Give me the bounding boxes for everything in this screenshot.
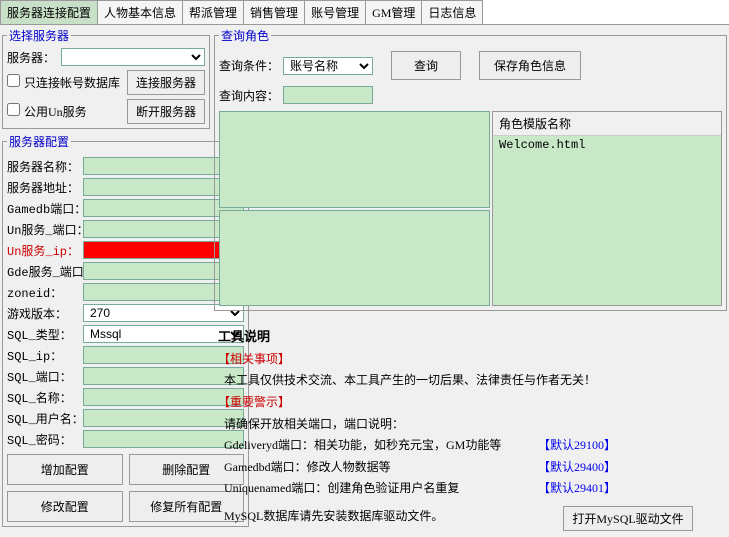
desc-related: 【相关事项】: [218, 349, 723, 371]
lbl-gde: Gde服务_端口：: [7, 263, 83, 280]
desc-mysql: MySQL数据库请先安装数据库驱动文件。: [218, 506, 443, 531]
open-mysql-button[interactable]: 打开MySQL驱动文件: [563, 506, 692, 531]
cond-label: 查询条件：: [219, 57, 279, 74]
tab-char-info[interactable]: 人物基本信息: [97, 0, 183, 24]
desc-gamedbdport: 【默认29400】: [538, 457, 616, 479]
server-select[interactable]: [61, 48, 205, 66]
desc-line2: 请确保开放相关端口，端口说明：: [218, 414, 723, 436]
lbl-sqlport: SQL_端口：: [7, 368, 83, 385]
tab-gm[interactable]: GM管理: [365, 0, 422, 24]
mod-config-button[interactable]: 修改配置: [7, 491, 123, 522]
server-config-legend: 服务器配置: [7, 133, 71, 150]
table-row[interactable]: Welcome.html: [493, 136, 721, 154]
lbl-sqlip: SQL_ip：: [7, 347, 83, 364]
lbl-unport: Un服务_端口：: [7, 221, 83, 238]
lbl-sqluser: SQL_用户名：: [7, 410, 83, 427]
desc-unport: 【默认29401】: [538, 478, 616, 500]
chk-db-only[interactable]: [7, 74, 20, 87]
chk-db-only-label[interactable]: 只连接帐号数据库: [7, 74, 120, 91]
desc-gd: Gdeliveryd端口：相关功能，如秒充元宝，GM功能等: [218, 435, 538, 457]
tab-bar: 服务器连接配置 人物基本信息 帮派管理 销售管理 账号管理 GM管理 日志信息: [0, 0, 729, 25]
disconnect-button[interactable]: 断开服务器: [127, 99, 205, 124]
chk-public-un-label[interactable]: 公用Un服务: [7, 103, 87, 120]
content-input[interactable]: [283, 86, 373, 104]
desc-title: 工具说明: [218, 325, 723, 348]
server-select-group: 选择服务器 服务器： 只连接帐号数据库 连接服务器 公用Un服务 断开服务器: [2, 27, 210, 129]
lbl-sqltype: SQL_类型：: [7, 326, 83, 343]
query-legend: 查询角色: [219, 27, 271, 44]
tool-desc: 工具说明 【相关事项】 本工具仅供技术交流、本工具产生的一切后果、法律责任与作者…: [214, 321, 727, 535]
lbl-unip: Un服务_ip：: [7, 242, 83, 259]
add-config-button[interactable]: 增加配置: [7, 454, 123, 485]
template-table: 角色模版名称 Welcome.html: [492, 111, 722, 306]
save-role-button[interactable]: 保存角色信息: [479, 51, 581, 80]
lbl-addr: 服务器地址：: [7, 179, 83, 196]
lbl-sqlname: SQL_名称：: [7, 389, 83, 406]
lbl-sqlpwd: SQL_密码：: [7, 431, 83, 448]
query-button[interactable]: 查询: [391, 51, 461, 80]
chk-public-un[interactable]: [7, 103, 20, 116]
tab-server-config[interactable]: 服务器连接配置: [0, 0, 98, 24]
result-pane-top[interactable]: [219, 111, 490, 208]
query-group: 查询角色 查询条件： 账号名称 查询 保存角色信息 查询内容： 角色模版名称: [214, 27, 727, 311]
desc-gamedbd: Gamedbd端口：修改人物数据等: [218, 457, 538, 479]
server-label: 服务器：: [7, 49, 57, 66]
content-label: 查询内容：: [219, 87, 279, 104]
tab-guild[interactable]: 帮派管理: [182, 0, 244, 24]
desc-un: Uniquenamed端口：创建角色验证用户名重复: [218, 478, 538, 500]
tab-sales[interactable]: 销售管理: [243, 0, 305, 24]
connect-button[interactable]: 连接服务器: [127, 70, 205, 95]
lbl-gamedb: Gamedb端口：: [7, 200, 83, 217]
cond-select[interactable]: 账号名称: [283, 57, 373, 75]
desc-warn: 【重要警示】: [218, 392, 723, 414]
result-pane-bottom[interactable]: [219, 210, 490, 307]
lbl-name: 服务器名称：: [7, 158, 83, 175]
desc-gdport: 【默认29100】: [538, 435, 616, 457]
server-select-legend: 选择服务器: [7, 27, 71, 44]
tab-log[interactable]: 日志信息: [421, 0, 483, 24]
lbl-gamever: 游戏版本：: [7, 305, 83, 322]
tab-account[interactable]: 账号管理: [304, 0, 366, 24]
desc-line1: 本工具仅供技术交流、本工具产生的一切后果、法律责任与作者无关！: [218, 370, 723, 392]
template-body[interactable]: Welcome.html: [493, 136, 721, 305]
lbl-zoneid: zoneid：: [7, 284, 83, 301]
template-header[interactable]: 角色模版名称: [493, 112, 721, 136]
